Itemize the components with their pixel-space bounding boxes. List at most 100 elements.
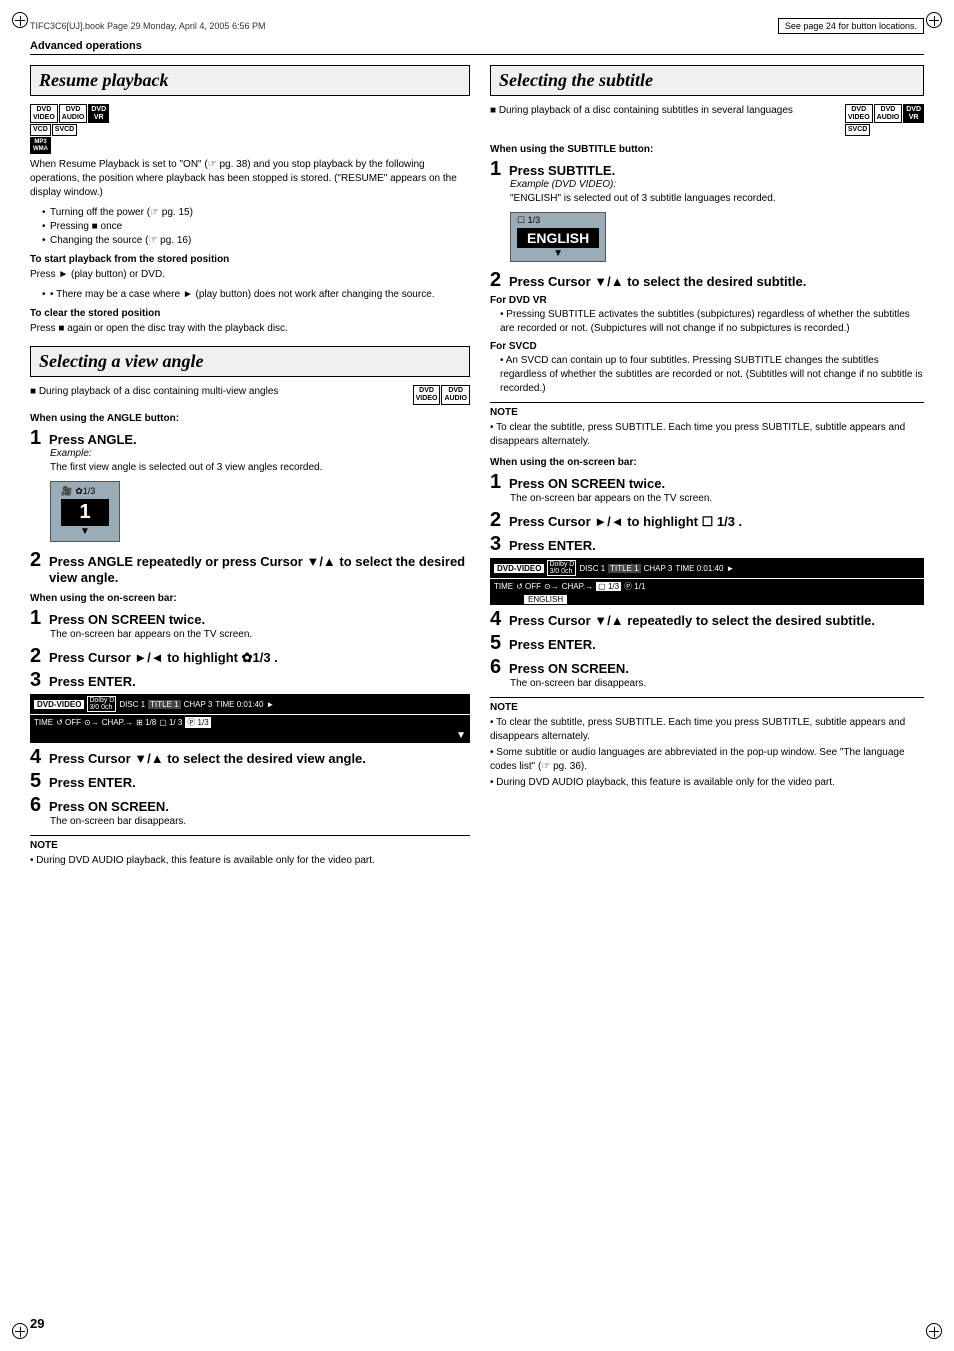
osd-sub-english-label: ENGLISH — [524, 595, 567, 604]
angle-step1-example: Example: — [50, 448, 470, 459]
badge-dvd-video-angle: DVDVIDEO — [413, 385, 441, 404]
angle-step1-example-sub: The first view angle is selected out of … — [50, 461, 470, 475]
sub-note2-title: NOTE — [490, 702, 924, 713]
osd-sub-oplus: ⊙→ — [544, 582, 559, 591]
osd-sub-play: ► — [726, 564, 734, 573]
sub-step1-num: 1 — [490, 159, 506, 179]
resume-note-item: • There may be a case where ► (play butt… — [42, 288, 470, 302]
osd-sub-dolby: Dolby D3/0 0ch — [547, 560, 576, 576]
page-number: 29 — [30, 1316, 44, 1331]
osd-chap-arrow: CHAP.→ — [102, 718, 133, 727]
osd-disc18: ⊞ 1/8 — [136, 718, 156, 727]
sub-note2-bullet2: • Some subtitle or audio languages are a… — [490, 746, 924, 774]
badge-mp3-wma-resume: MP3WMA — [30, 137, 51, 154]
sub-os-step3: 3 Press ENTER. — [490, 534, 924, 554]
osd-sub-english-row: ENGLISH — [490, 594, 924, 605]
advanced-operations-label: Advanced operations — [30, 40, 142, 52]
osd-sub-disc1: DISC 1 — [579, 564, 605, 573]
subtitle-title: Selecting the subtitle — [490, 65, 924, 96]
sub-os-step3-text: Press ENTER. — [509, 538, 596, 554]
angle-os-step1: 1 Press ON SCREEN twice. The on-screen b… — [30, 608, 470, 642]
osd-sub-time2: TIME — [494, 582, 513, 591]
angle-step2-num: 2 — [30, 550, 46, 570]
top-bar: TIFC3C6[UJ].book Page 29 Monday, April 4… — [30, 18, 924, 34]
badge-dvd-video-resume: DVDVIDEO — [30, 104, 58, 123]
sub-step2-num: 2 — [490, 270, 506, 290]
angle-os-step1-num: 1 — [30, 608, 46, 628]
english-display-top: ☐ 1/3 — [517, 215, 599, 226]
osd-title1: TITLE 1 — [148, 700, 180, 709]
sub-os-step1-sub: The on-screen bar appears on the TV scre… — [510, 492, 924, 506]
angle-step6: 6 Press ON SCREEN. The on-screen bar dis… — [30, 795, 470, 829]
for-svcd-label: For SVCD — [490, 341, 924, 352]
badge-dvd-vr-sub: DVDVR — [903, 104, 924, 123]
corner-mark-bl — [12, 1323, 28, 1339]
badge-svcd-sub: SVCD — [845, 124, 870, 136]
badge-dvd-audio-angle: DVDAUDIO — [441, 385, 470, 404]
osd-sub-angle11: Ⓟ 1/1 — [624, 581, 645, 592]
resume-subsection2-title: To clear the stored position — [30, 308, 470, 319]
angle-os-step2-num: 2 — [30, 646, 46, 666]
sub-step4-text: Press Cursor ▼/▲ repeatedly to select th… — [509, 613, 875, 629]
resume-subsection1-title: To start playback from the stored positi… — [30, 254, 470, 265]
badge-dvd-vr-resume: DVDVR — [88, 104, 109, 123]
sub-step5: 5 Press ENTER. — [490, 633, 924, 653]
angle-step6-text: Press ON SCREEN. — [49, 799, 169, 815]
angle-note-text: • During DVD AUDIO playback, this featur… — [30, 854, 470, 868]
sub-os-step1: 1 Press ON SCREEN twice. The on-screen b… — [490, 472, 924, 506]
english-display-main: ENGLISH — [517, 228, 599, 248]
osd-sub-chap-arrow: CHAP.→ — [562, 582, 593, 591]
osd-sub13: ▢ 1/ 3 — [159, 718, 182, 727]
resume-intro: When Resume Playback is set to "ON" (☞ p… — [30, 158, 470, 200]
angle-step4-num: 4 — [30, 747, 46, 767]
osd-angle13: Ⓟ 1/3 — [185, 717, 210, 728]
sub-note1-title: NOTE — [490, 407, 924, 418]
when-onscreen-label-sub: When using the on-screen bar: — [490, 457, 924, 468]
osd-angle-arrow-down: ▼ — [30, 730, 470, 743]
osd-bar-angle: DVD-VIDEO Dolby D3/0 0ch DISC 1 TITLE 1 … — [30, 694, 470, 743]
angle-step6-num: 6 — [30, 795, 46, 815]
file-info: TIFC3C6[UJ].book Page 29 Monday, April 4… — [30, 21, 265, 31]
resume-subsection1-note: • There may be a case where ► (play butt… — [42, 288, 470, 302]
when-onscreen-label-angle: When using the on-screen bar: — [30, 593, 470, 604]
angle-step2: 2 Press ANGLE repeatedly or press Cursor… — [30, 550, 470, 585]
osd-sub-chap3: CHAP 3 — [644, 564, 673, 573]
osd-bar-subtitle: DVD-VIDEO Dolby D3/0 0ch DISC 1 TITLE 1 … — [490, 558, 924, 605]
osd-time2: TIME — [34, 718, 53, 727]
angle-step6-sub: The on-screen bar disappears. — [50, 815, 470, 829]
osd-play: ► — [266, 700, 274, 709]
angle-os-step3: 3 Press ENTER. — [30, 670, 470, 690]
sub-os-step1-text: Press ON SCREEN twice. — [509, 476, 665, 492]
angle-os-step1-text: Press ON SCREEN twice. — [49, 612, 205, 628]
display-angle-top: 🎥 ✿1/3 — [61, 486, 109, 497]
main-columns: Resume playback DVDVIDEO DVDAUDIO DVDVR … — [30, 65, 924, 868]
angle-note-title: NOTE — [30, 840, 470, 851]
angle-step5-text: Press ENTER. — [49, 775, 136, 791]
sub-note2-bullet1: • To clear the subtitle, press SUBTITLE.… — [490, 716, 924, 744]
page-container: TIFC3C6[UJ].book Page 29 Monday, April 4… — [0, 0, 954, 1351]
osd-repeat: ↺ OFF — [56, 718, 81, 727]
badge-dvd-audio-sub: DVDAUDIO — [874, 104, 903, 123]
sub-step1-text: Press SUBTITLE. — [509, 163, 615, 179]
angle-step1-num: 1 — [30, 428, 46, 448]
osd-sub-cd13: ▢ 1/3 — [596, 582, 621, 591]
angle-step5: 5 Press ENTER. — [30, 771, 470, 791]
resume-bullet-2: Pressing ■ once — [42, 220, 470, 234]
sub-step1-example-sub: "ENGLISH" is selected out of 3 subtitle … — [510, 192, 924, 206]
sub-os-step2-num: 2 — [490, 510, 506, 530]
angle-os-step3-num: 3 — [30, 670, 46, 690]
sub-os-step2-text: Press Cursor ►/◄ to highlight ☐ 1/3 . — [509, 514, 742, 530]
osd-dvd-video: DVD-VIDEO — [34, 700, 84, 709]
angle-os-step3-text: Press ENTER. — [49, 674, 136, 690]
when-angle-button-label: When using the ANGLE button: — [30, 413, 470, 424]
sub-note1-text: • To clear the subtitle, press SUBTITLE.… — [490, 421, 924, 449]
osd-sub-title1: TITLE 1 — [608, 564, 640, 573]
corner-mark-tr — [926, 12, 942, 28]
angle-step5-num: 5 — [30, 771, 46, 791]
osd-sub-time: TIME 0:01:40 — [675, 564, 723, 573]
sub-step6-text: Press ON SCREEN. — [509, 661, 629, 677]
angle-step1: 1 Press ANGLE. Example: The first view a… — [30, 428, 470, 546]
sub-step4: 4 Press Cursor ▼/▲ repeatedly to select … — [490, 609, 924, 629]
for-svcd-text: • An SVCD can contain up to four subtitl… — [500, 354, 924, 396]
resume-bullet-1: Turning off the power (☞ pg. 15) — [42, 206, 470, 220]
